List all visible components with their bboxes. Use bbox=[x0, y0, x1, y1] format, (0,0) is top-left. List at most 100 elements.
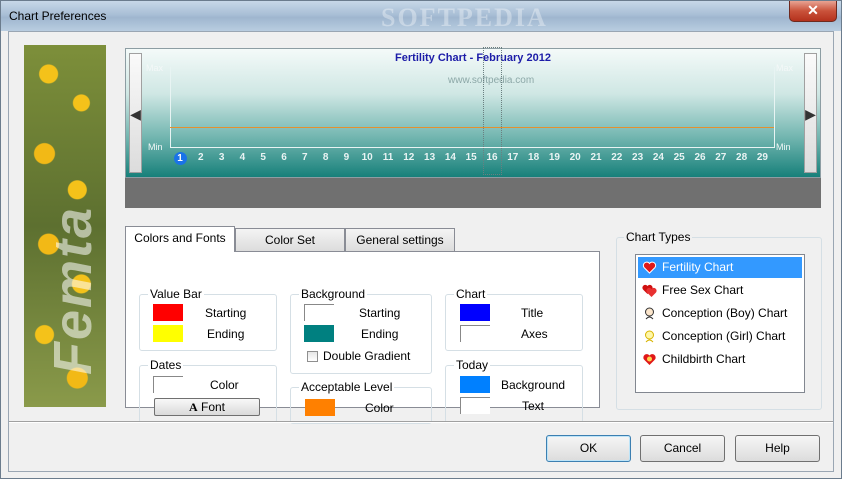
day-tick-label[interactable]: 11 bbox=[378, 152, 398, 163]
chart-type-free-sex[interactable]: Free Sex Chart bbox=[638, 280, 802, 301]
chart-prev-arrow-icon[interactable]: ◀ bbox=[129, 53, 142, 173]
side-banner-image: Femta bbox=[24, 45, 106, 407]
day-tick-label[interactable]: 16 bbox=[482, 152, 502, 163]
chart-plot: 1 2 3 4 5 6 7 8 9 10 11 12 13 14 15 16 17 18 19 20 21 22 23 24 2… bbox=[170, 47, 775, 175]
chart-type-label: Conception (Boy) Chart bbox=[662, 306, 788, 320]
acceptable-level-line bbox=[170, 127, 774, 128]
day-tick-label[interactable]: 15 bbox=[461, 152, 481, 163]
boy-icon bbox=[645, 307, 654, 320]
chart-type-conception-boy[interactable]: Conception (Boy) Chart bbox=[638, 303, 802, 324]
chart-type-conception-girl[interactable]: Conception (Girl) Chart bbox=[638, 326, 802, 347]
day-tick-label[interactable]: 29 bbox=[752, 152, 772, 163]
value-bar-starting-swatch[interactable] bbox=[153, 304, 183, 321]
day-tick-label[interactable]: 21 bbox=[586, 152, 606, 163]
day-tick-label[interactable]: 9 bbox=[336, 152, 356, 163]
today-text-swatch[interactable] bbox=[460, 397, 490, 414]
day-tick-label[interactable]: 14 bbox=[440, 152, 460, 163]
today-group: Today Background Text bbox=[445, 358, 583, 423]
day-tick-label[interactable]: 25 bbox=[669, 152, 689, 163]
day-tick-label[interactable]: 1 bbox=[170, 152, 190, 165]
day-tick-label[interactable]: 26 bbox=[690, 152, 710, 163]
baby-icon bbox=[643, 354, 656, 365]
max-label-left: Max bbox=[146, 63, 164, 73]
value-bar-ending-label: Ending bbox=[207, 327, 245, 341]
dates-group: Dates Color A Font bbox=[139, 358, 277, 423]
help-button[interactable]: Help bbox=[735, 435, 820, 462]
day-tick-label[interactable]: 20 bbox=[565, 152, 585, 163]
day-tick-label[interactable]: 7 bbox=[295, 152, 315, 163]
dates-title: Dates bbox=[148, 358, 184, 372]
girl-icon bbox=[645, 330, 654, 343]
day-tick-label[interactable]: 27 bbox=[711, 152, 731, 163]
today-marker: 1 bbox=[173, 152, 187, 165]
heart-icon bbox=[642, 261, 657, 274]
today-background-label: Background bbox=[501, 378, 566, 392]
chart-type-label: Conception (Girl) Chart bbox=[662, 329, 786, 343]
day-tick-label[interactable]: 22 bbox=[607, 152, 627, 163]
double-gradient-checkbox[interactable] bbox=[307, 351, 318, 362]
day-tick-label[interactable]: 3 bbox=[212, 152, 232, 163]
day-tick-label[interactable]: 28 bbox=[732, 152, 752, 163]
day-tick-label[interactable]: 2 bbox=[191, 152, 211, 163]
max-label-right: Max bbox=[776, 63, 794, 73]
chart-value-strip bbox=[125, 178, 821, 208]
background-title: Background bbox=[299, 287, 368, 301]
dates-font-button[interactable]: A Font bbox=[154, 398, 260, 416]
min-label-right: Min bbox=[776, 142, 791, 152]
chart-axes-label: Axes bbox=[521, 327, 548, 341]
day-tick-label[interactable]: 5 bbox=[253, 152, 273, 163]
day-tick-label[interactable]: 17 bbox=[503, 152, 523, 163]
day-tick-label[interactable]: 23 bbox=[628, 152, 648, 163]
chart-type-label: Free Sex Chart bbox=[662, 283, 744, 297]
chart-next-arrow-icon[interactable]: ▶ bbox=[804, 53, 817, 173]
chart-colors-title: Chart bbox=[454, 287, 488, 301]
ok-button[interactable]: OK bbox=[546, 435, 631, 462]
acceptable-level-group: Acceptable Level Color bbox=[290, 380, 432, 424]
today-title: Today bbox=[454, 358, 491, 372]
chart-type-label: Fertility Chart bbox=[662, 260, 734, 274]
day-tick-label[interactable]: 8 bbox=[316, 152, 336, 163]
day-tick-label[interactable]: 10 bbox=[357, 152, 377, 163]
chart-axes-swatch[interactable] bbox=[460, 325, 490, 342]
chart-preferences-window: Chart Preferences SOFTPEDIA ✕ Femta ◀ ▶ … bbox=[0, 0, 842, 479]
today-text-label: Text bbox=[522, 399, 545, 413]
chart-preview: ◀ ▶ Fertility Chart - February 2012 www.… bbox=[125, 47, 821, 178]
day-tick-label[interactable]: 18 bbox=[524, 152, 544, 163]
colors-and-fonts-panel: Value Bar Starting Ending Dates Color A … bbox=[125, 251, 600, 424]
background-starting-swatch[interactable] bbox=[304, 304, 334, 321]
day-tick-label[interactable]: 12 bbox=[399, 152, 419, 163]
cancel-button[interactable]: Cancel bbox=[640, 435, 725, 462]
side-banner-logo: Femta bbox=[43, 205, 103, 375]
tab-color-set[interactable]: Color Set bbox=[235, 228, 345, 251]
chart-title-swatch[interactable] bbox=[460, 304, 490, 321]
tab-colors-and-fonts[interactable]: Colors and Fonts bbox=[125, 226, 235, 252]
font-a-icon: A bbox=[188, 400, 198, 414]
day-tick-label[interactable]: 13 bbox=[420, 152, 440, 163]
chart-type-fertility[interactable]: Fertility Chart bbox=[638, 257, 802, 278]
title-bar[interactable]: Chart Preferences SOFTPEDIA ✕ bbox=[1, 1, 841, 32]
close-button[interactable]: ✕ bbox=[789, 1, 837, 22]
acceptable-level-color-label: Color bbox=[365, 401, 394, 415]
x-axis bbox=[170, 147, 775, 148]
tab-general-settings[interactable]: General settings bbox=[345, 228, 455, 251]
chart-type-label: Childbirth Chart bbox=[662, 352, 746, 366]
day-tick-label[interactable]: 6 bbox=[274, 152, 294, 163]
dates-font-label: Font bbox=[201, 400, 226, 414]
dates-color-swatch[interactable] bbox=[153, 376, 183, 393]
background-starting-label: Starting bbox=[359, 306, 401, 320]
dates-color-label: Color bbox=[210, 378, 239, 392]
chart-types-list[interactable]: Fertility Chart Free Sex Chart Conceptio… bbox=[635, 254, 805, 393]
chart-title-label: Title bbox=[521, 306, 544, 320]
double-gradient-label: Double Gradient bbox=[323, 349, 411, 363]
acceptable-level-title: Acceptable Level bbox=[299, 380, 395, 394]
day-tick-label[interactable]: 19 bbox=[544, 152, 564, 163]
value-bar-ending-swatch[interactable] bbox=[153, 325, 183, 342]
button-separator bbox=[9, 421, 833, 423]
acceptable-level-swatch[interactable] bbox=[305, 399, 335, 416]
day-tick-label[interactable]: 4 bbox=[232, 152, 252, 163]
day-tick-label[interactable]: 24 bbox=[648, 152, 668, 163]
today-background-swatch[interactable] bbox=[460, 376, 490, 393]
background-ending-swatch[interactable] bbox=[304, 325, 334, 342]
day-axis: 1 2 3 4 5 6 7 8 9 10 11 12 13 14 15 16 17 18 19 20 21 22 23 24 2… bbox=[170, 152, 780, 166]
chart-type-childbirth[interactable]: Childbirth Chart bbox=[638, 349, 802, 370]
